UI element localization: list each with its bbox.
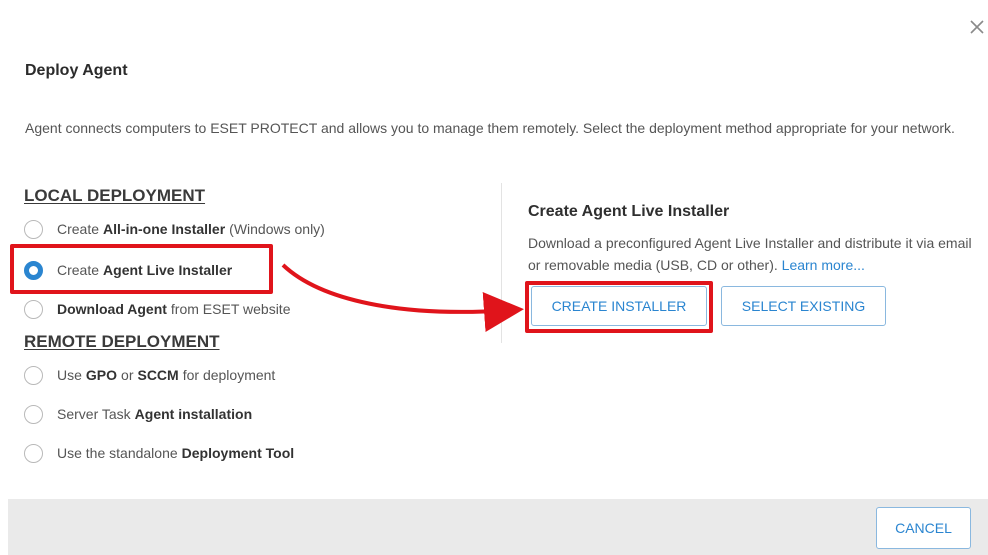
option-bold: Download Agent [57, 301, 167, 317]
option-agent-live-installer[interactable]: Create Agent Live Installer [24, 258, 236, 282]
option-gpo-sccm[interactable]: Use GPO or SCCM for deployment [24, 363, 275, 387]
option-bold-2: SCCM [137, 367, 179, 383]
panel-title: Create Agent Live Installer [528, 203, 730, 220]
option-prefix: Create [57, 262, 100, 278]
vertical-divider [501, 183, 502, 343]
radio-button[interactable] [24, 219, 43, 239]
option-download-agent[interactable]: Download Agent from ESET website [24, 297, 290, 321]
dialog-description: Agent connects computers to ESET PROTECT… [25, 120, 955, 136]
close-icon[interactable] [965, 15, 988, 39]
deploy-agent-dialog: Deploy Agent Agent connects computers to… [0, 0, 988, 555]
option-suffix: for deployment [182, 367, 276, 383]
option-prefix: Server Task [57, 406, 131, 422]
select-existing-button[interactable]: SELECT EXISTING [721, 286, 886, 326]
create-installer-button[interactable]: CREATE INSTALLER [531, 286, 707, 326]
local-deployment-heading: LOCAL DEPLOYMENT [24, 186, 206, 205]
radio-button[interactable] [24, 365, 43, 385]
option-bold: All-in-one Installer [103, 221, 226, 237]
option-prefix: Use [57, 367, 82, 383]
option-bold: Agent installation [134, 406, 253, 422]
cancel-button[interactable]: CANCEL [876, 507, 971, 549]
radio-button[interactable] [24, 299, 43, 319]
panel-description: Download a preconfigured Agent Live Inst… [528, 232, 973, 276]
option-suffix: (Windows only) [229, 221, 325, 237]
radio-button[interactable] [24, 404, 43, 424]
option-middle: or [121, 367, 134, 383]
option-prefix: Create [57, 221, 100, 237]
panel-description-text: Download a preconfigured Agent Live Inst… [528, 235, 972, 273]
option-bold: GPO [85, 367, 118, 383]
radio-button[interactable] [24, 443, 43, 463]
option-server-task[interactable]: Server Task Agent installation [24, 402, 256, 426]
option-bold: Agent Live Installer [103, 262, 233, 278]
dialog-footer [8, 499, 988, 555]
option-deployment-tool[interactable]: Use the standalone Deployment Tool [24, 441, 298, 465]
learn-more-link[interactable]: Learn more... [782, 257, 865, 273]
option-prefix: Use the standalone [57, 445, 178, 461]
radio-button-selected[interactable] [24, 260, 43, 280]
remote-deployment-heading: REMOTE DEPLOYMENT [24, 332, 220, 351]
option-suffix: from ESET website [170, 301, 291, 317]
option-bold: Deployment Tool [181, 445, 295, 461]
option-all-in-one-installer[interactable]: Create All-in-one Installer (Windows onl… [24, 217, 325, 241]
dialog-title: Deploy Agent [25, 62, 128, 79]
